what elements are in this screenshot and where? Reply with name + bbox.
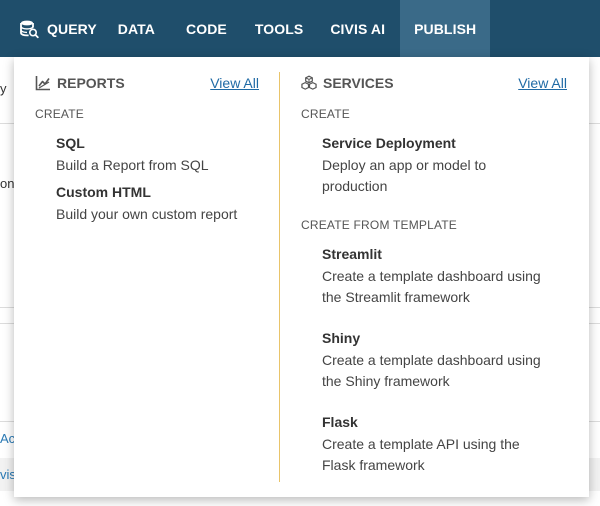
nav-publish[interactable]: PUBLISH: [400, 0, 491, 57]
report-sql-title: SQL: [56, 135, 85, 151]
template-streamlit-description: Create a template dashboard using the St…: [322, 266, 541, 308]
nav-tools[interactable]: TOOLS: [255, 0, 303, 57]
nav-code[interactable]: CODE: [186, 0, 227, 57]
chart-line-icon: [35, 75, 51, 91]
desc-line: Create a template dashboard using: [322, 352, 541, 368]
nav-query-label: QUERY: [47, 20, 97, 37]
services-view-all-link[interactable]: View All: [518, 75, 567, 91]
reports-create-label: CREATE: [35, 107, 84, 121]
template-flask-option[interactable]: Flask Create a template API using the Fl…: [322, 413, 520, 476]
desc-line: the Shiny framework: [322, 373, 450, 389]
reports-title: REPORTS: [57, 75, 125, 91]
report-custom-html-title: Custom HTML: [56, 184, 151, 200]
report-custom-html-option[interactable]: Custom HTML Build your own custom report: [56, 183, 237, 225]
desc-line: Flask framework: [322, 457, 425, 473]
report-custom-html-description: Build your own custom report: [56, 206, 238, 222]
desc-line: production: [322, 178, 388, 194]
bg-text-fragment: on: [0, 176, 15, 191]
column-divider: [279, 72, 280, 482]
report-sql-description: Build a Report from SQL: [56, 157, 209, 173]
desc-line: Create a template dashboard using: [322, 268, 541, 284]
service-deployment-option[interactable]: Service Deployment Deploy an app or mode…: [322, 134, 486, 197]
desc-line: the Streamlit framework: [322, 289, 470, 305]
reports-header: REPORTS: [35, 74, 125, 92]
publish-dropdown-menu: REPORTS View All CREATE SQL Build a Repo…: [14, 57, 589, 497]
services-create-label: CREATE: [301, 107, 350, 121]
services-header: SERVICES: [301, 74, 394, 92]
reports-view-all-link[interactable]: View All: [210, 75, 259, 91]
top-navbar: QUERY DATA CODE TOOLS CIVIS AI PUBLISH: [0, 0, 600, 57]
template-shiny-option[interactable]: Shiny Create a template dashboard using …: [322, 329, 541, 392]
services-template-label: CREATE FROM TEMPLATE: [301, 218, 458, 232]
template-shiny-title: Shiny: [322, 330, 361, 346]
desc-line: Deploy an app or model to: [322, 157, 487, 173]
service-deployment-description: Deploy an app or model to production: [322, 155, 486, 197]
report-sql-option[interactable]: SQL Build a Report from SQL: [56, 134, 209, 176]
service-deployment-title: Service Deployment: [322, 135, 456, 151]
bg-text-fragment: y: [0, 81, 7, 96]
cubes-icon: [301, 75, 317, 91]
template-flask-description: Create a template API using the Flask fr…: [322, 434, 520, 476]
nav-civis-ai[interactable]: CIVIS AI: [330, 0, 385, 57]
database-search-icon: [19, 19, 39, 39]
template-streamlit-option[interactable]: Streamlit Create a template dashboard us…: [322, 245, 541, 308]
nav-data[interactable]: DATA: [118, 0, 155, 57]
template-shiny-description: Create a template dashboard using the Sh…: [322, 350, 541, 392]
template-streamlit-title: Streamlit: [322, 246, 382, 262]
services-title: SERVICES: [323, 75, 394, 91]
template-flask-title: Flask: [322, 414, 358, 430]
nav-query[interactable]: QUERY: [0, 0, 97, 57]
desc-line: Create a template API using the: [322, 436, 520, 452]
